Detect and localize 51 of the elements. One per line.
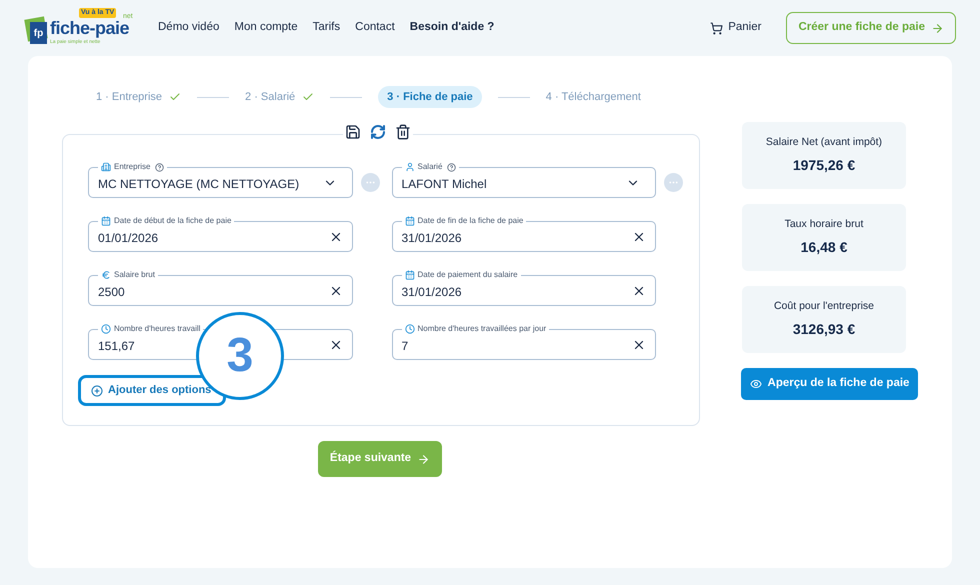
- calendar-icon: [404, 216, 414, 226]
- euro-icon: [101, 270, 111, 280]
- field-value: 2500: [98, 284, 125, 301]
- field-label: Date de début de la fiche de paie: [114, 215, 232, 227]
- summary-value: 1975,26 €: [792, 156, 856, 176]
- plus-circle-icon: [91, 384, 103, 396]
- field-label: Salarié: [418, 161, 442, 173]
- field-value: 7: [402, 338, 408, 355]
- help-icon: [447, 162, 456, 172]
- summary-value: 3126,93 €: [792, 320, 856, 340]
- field-label: Salaire brut: [114, 269, 155, 281]
- help-icon: [155, 162, 164, 172]
- nav-link[interactable]: Tarifs: [312, 19, 340, 37]
- summary-label: Coût pour l'entreprise: [774, 298, 874, 314]
- save-icon[interactable]: [345, 124, 361, 140]
- step-tab[interactable]: 3 · Fiche de paie: [378, 86, 482, 108]
- preview-button[interactable]: Aperçu de la fiche de paie: [741, 368, 918, 400]
- field-label: Date de paiement du salaire: [418, 269, 518, 281]
- field-value: MC NETTOYAGE (MC NETTOYAGE): [98, 176, 300, 193]
- nav-link[interactable]: Mon compte: [234, 19, 298, 37]
- field-value: 31/01/2026: [402, 230, 462, 247]
- field-label: Nombre d'heures travaill: [114, 323, 200, 335]
- summary-label: Taux horaire brut: [784, 216, 864, 232]
- summary-value: 16,48 €: [800, 238, 848, 258]
- calendar-icon: [404, 270, 414, 280]
- arrow-right-icon: [417, 452, 430, 466]
- field-value: 31/01/2026: [402, 284, 462, 301]
- nav-link[interactable]: Contact: [355, 19, 395, 37]
- field-label: Entreprise: [114, 161, 150, 173]
- arrow-right-icon: [931, 22, 944, 34]
- eye-icon: [750, 378, 762, 390]
- trash-icon[interactable]: [395, 124, 411, 140]
- user-icon: [404, 162, 414, 172]
- field-value: 01/01/2026: [98, 230, 158, 247]
- cart-link[interactable]: Panier: [710, 19, 762, 37]
- field-label: Date de fin de la fiche de paie: [418, 215, 524, 227]
- check-icon: [169, 91, 182, 103]
- nav-link[interactable]: Besoin d'aide ?: [410, 19, 494, 37]
- cart-icon: [710, 22, 724, 34]
- clock-icon: [404, 324, 414, 334]
- check-icon: [302, 91, 314, 103]
- summary-label: Salaire Net (avant impôt): [766, 134, 882, 150]
- clock-icon: [101, 324, 111, 334]
- nav-link[interactable]: Démo vidéo: [158, 19, 220, 37]
- refresh-icon[interactable]: [370, 124, 386, 140]
- field-label: Nombre d'heures travaillées par jour: [418, 323, 546, 335]
- add-options-button[interactable]: Ajouter des options: [78, 375, 226, 406]
- building-icon: [101, 162, 111, 172]
- calendar-icon: [101, 216, 111, 226]
- field-value: 151,67: [98, 338, 135, 355]
- field-value: LAFONT Michel: [402, 176, 487, 193]
